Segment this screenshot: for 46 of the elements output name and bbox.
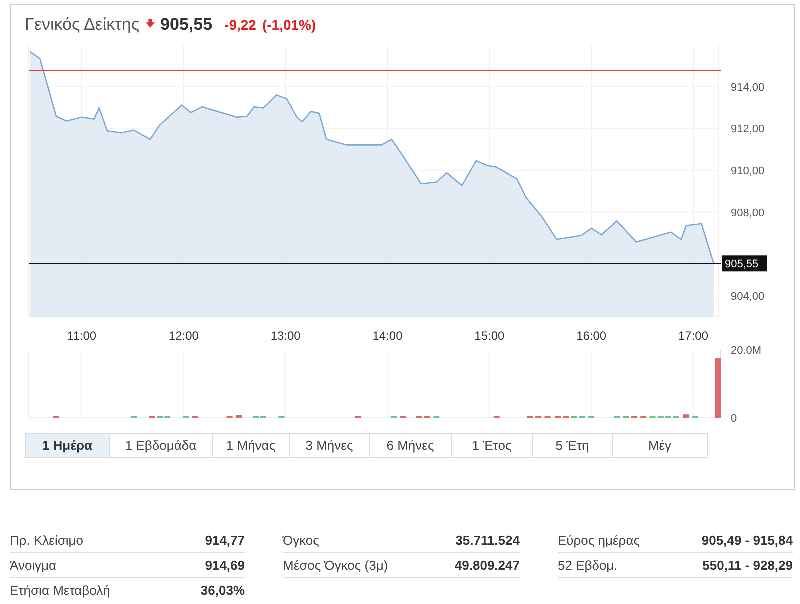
stat-label: Όγκος — [283, 532, 320, 548]
period-tab[interactable]: 1 Έτος — [452, 433, 533, 458]
stat-value: 905,49 - 915,84 — [702, 532, 793, 548]
price-tag: 905,55 — [722, 256, 767, 272]
stat-label: Άνοιγμα — [10, 558, 57, 572]
axis-label: 17:00 — [678, 329, 709, 343]
axis-label: 904,00 — [731, 291, 765, 304]
axis-label: 914,00 — [731, 82, 765, 94]
axis-label: 908,00 — [731, 207, 765, 220]
axis-label: 0 — [731, 413, 738, 425]
stat-label: Εύρος ημέρας — [558, 532, 640, 548]
period-tab[interactable]: 3 Μήνες — [290, 433, 370, 458]
axis-label: 912,00 — [731, 124, 765, 136]
stat-value: 550,11 - 928,29 — [702, 558, 793, 572]
axis-label: 11:00 — [67, 329, 97, 343]
volume-bar — [692, 416, 699, 418]
ref-line-label: 905,55 — [725, 258, 759, 271]
axis-label: 20.0M — [731, 345, 762, 357]
axis-label: 910,00 — [731, 166, 765, 178]
volume-bar — [683, 414, 690, 418]
stat-value: 914,77 — [205, 532, 245, 548]
stat-value: 914,69 — [205, 558, 245, 572]
period-tab[interactable]: 6 Μήνες — [370, 433, 452, 458]
axis-label: 15:00 — [474, 329, 505, 343]
stat-value: 49.809.247 — [454, 558, 520, 572]
axis-label: 16:00 — [576, 329, 607, 343]
period-tab[interactable]: 1 Ημέρα — [25, 433, 110, 458]
axis-label: 14:00 — [372, 329, 403, 343]
axis-label: 13:00 — [270, 329, 301, 343]
index-price: 905,55 — [160, 15, 213, 35]
stat-label: 52 Εβδομ. — [558, 558, 618, 572]
volume-bar — [236, 415, 242, 418]
period-tab[interactable]: 5 Έτη — [533, 433, 613, 458]
volume-bar — [714, 358, 721, 418]
stat-label: Πρ. Κλείσιμο — [10, 532, 84, 548]
stat-label: Μέσος Όγκος (3μ) — [283, 558, 388, 572]
axis-label: 12:00 — [168, 329, 199, 343]
period-tab[interactable]: 1 Μήνας — [213, 433, 290, 458]
stat-label: Ετήσια Μεταβολή — [10, 582, 110, 598]
period-tab[interactable]: 1 Εβδομάδα — [110, 433, 213, 458]
percent-change: (-1,01%) — [262, 17, 316, 33]
period-tab[interactable]: Μέγ — [613, 433, 708, 458]
stat-value: 36,03% — [200, 582, 245, 598]
price-change: -9,22 — [224, 17, 256, 33]
index-title: Γενικός Δείκτης — [25, 15, 140, 35]
stat-value: 35.711.524 — [456, 532, 520, 548]
